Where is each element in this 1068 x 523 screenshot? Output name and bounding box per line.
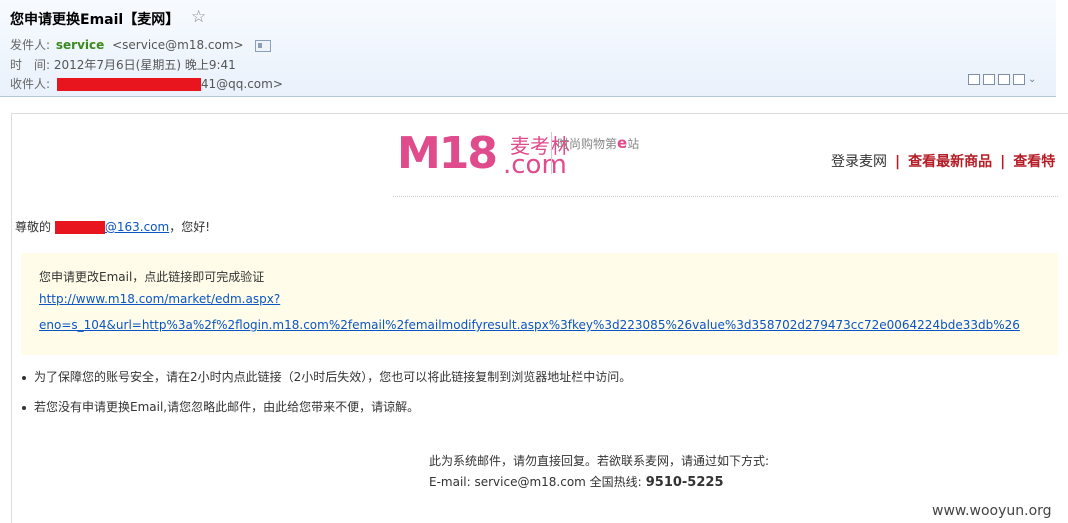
top-nav: 登录麦网 | 查看最新商品 | 查看特 <box>831 151 1055 171</box>
watermark: www.wooyun.org <box>932 503 1052 519</box>
footer-notice: 此为系统邮件，请勿直接回复。若欲联系麦网，请通过如下方式: <box>429 454 770 468</box>
logo-separator <box>551 132 552 174</box>
chevron-down-icon[interactable]: ⌄ <box>1028 74 1037 85</box>
time-row: 时 间: 2012年7月6日(星期五) 晚上9:41 <box>10 56 236 73</box>
contact-card-icon[interactable] <box>255 39 272 52</box>
list-item: 若您没有申请更换Email,请您忽略此邮件，由此给您带来不便，请谅解。 <box>22 398 419 415</box>
verify-link-line1[interactable]: http://www.m18.com/market/edm.aspx? <box>39 292 280 306</box>
star-icon[interactable]: ☆ <box>191 7 206 27</box>
footer-email: E-mail: service@m18.com 全国热线: <box>429 475 642 489</box>
redaction-bar <box>56 78 201 91</box>
to-label: 收件人: <box>10 77 51 91</box>
sender-name[interactable]: service <box>56 38 104 52</box>
footer-contact: E-mail: service@m18.com 全国热线: 9510-5225 <box>429 473 724 490</box>
mail-subject: 您申请更换Email【麦网】 <box>10 12 180 28</box>
greeting: 尊敬的 @163.com，您好! <box>15 218 210 235</box>
to-address: 41@qq.com> <box>200 77 283 91</box>
window-icon[interactable] <box>968 73 980 85</box>
login-link[interactable]: 登录麦网 <box>831 154 887 170</box>
latest-products-link[interactable]: 查看最新商品 <box>908 154 992 170</box>
note-text: 若您没有申请更换Email,请您忽略此邮件，由此给您带来不便，请谅解。 <box>34 400 420 414</box>
time-value: 2012年7月6日(星期五) 晚上9:41 <box>53 58 236 72</box>
greeting-email[interactable]: @163.com <box>105 220 169 234</box>
logo-slogan: 时尚购物第e站 <box>557 134 640 152</box>
from-label: 发件人: <box>10 38 51 52</box>
export-icon[interactable] <box>998 73 1010 85</box>
logo-com: .com <box>503 150 567 180</box>
bullet-icon <box>22 375 26 380</box>
redaction-bar <box>54 221 105 234</box>
verify-text: 您申请更改Email，点此链接即可完成验证 <box>39 270 265 284</box>
nav-separator: | <box>1000 154 1006 170</box>
note-text: 为了保障您的账号安全，请在2小时内点此链接（2小时后失效），您也可以将此链接复制… <box>34 370 632 384</box>
more-link[interactable]: 查看特 <box>1013 154 1055 170</box>
mail-header: 您申请更换Email【麦网】 ☆ 发件人: service <service@m… <box>0 0 1056 97</box>
footer-phone: 9510-5225 <box>645 475 724 490</box>
nav-separator: | <box>895 154 901 170</box>
bullet-icon <box>22 405 26 410</box>
verify-link-line2[interactable]: eno=s_104&url=http%3a%2f%2flogin.m18.com… <box>39 318 1020 332</box>
list-item: 为了保障您的账号安全，请在2小时内点此链接（2小时后失效），您也可以将此链接复制… <box>22 368 631 385</box>
greeting-suffix: ，您好! <box>169 220 211 234</box>
m18-logo[interactable]: M18 麦考林 .com 时尚购物第e站 <box>397 128 639 181</box>
divider <box>393 196 1058 197</box>
from-row: 发件人: service <service@m18.com> <box>10 36 272 53</box>
note-icon[interactable] <box>983 73 995 85</box>
print-icon[interactable] <box>1013 73 1025 85</box>
sender-address: <service@m18.com> <box>112 38 244 52</box>
time-label: 时 间: <box>10 58 51 72</box>
logo-m18: M18 <box>397 128 498 179</box>
greeting-prefix: 尊敬的 <box>15 220 52 234</box>
verify-box: 您申请更改Email，点此链接即可完成验证 http://www.m18.com… <box>21 253 1058 355</box>
to-row: 收件人: 41@qq.com> <box>10 75 283 92</box>
mail-toolbar: ⌄ <box>968 72 1040 85</box>
